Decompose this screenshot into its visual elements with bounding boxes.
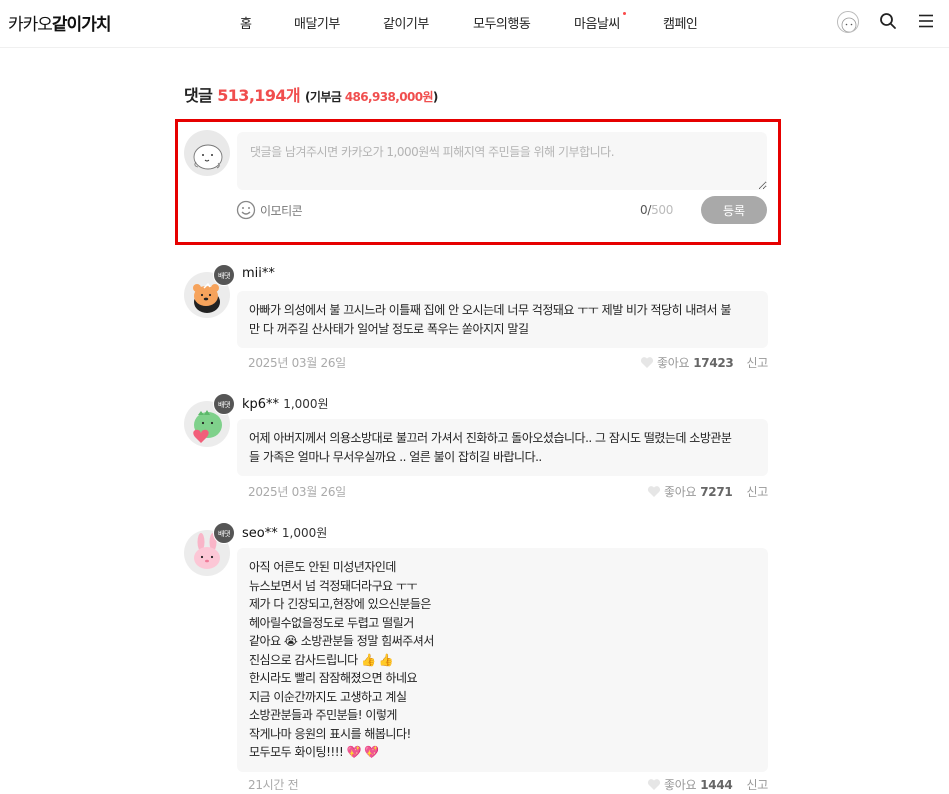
comment-meta: 2025년 03월 26일 좋아요 7271 신고 — [248, 483, 769, 500]
comment-author: mii** — [242, 266, 275, 281]
comment-text: 어제 아버지께서 의용소방대로 불끄러 가셔서 진화하고 돌아오셨습니다.. 그… — [237, 419, 768, 476]
comment-line: 아직 어른도 안된 미성년자인데 — [249, 560, 396, 574]
author-name: seo** — [242, 526, 278, 541]
like-count: 1444 — [700, 777, 733, 792]
like-button[interactable]: 좋아요 17423 — [640, 354, 734, 371]
like-label: 좋아요 — [664, 778, 697, 792]
donation-prefix: (기부금 — [305, 90, 345, 104]
profile-avatar[interactable] — [837, 11, 859, 33]
emoticon-label: 이모티콘 — [260, 203, 303, 218]
donation-amount: 1,000원 — [281, 526, 328, 540]
menu-icon[interactable] — [917, 12, 935, 34]
top-header: 카카오같이가치 홈 매달기부 같이기부 모두의행동 마음날씨 캠페인 — [0, 0, 949, 48]
report-button[interactable]: 신고 — [747, 483, 769, 500]
heart-icon — [647, 486, 661, 497]
comments-title-label: 댓글 — [184, 86, 213, 105]
my-avatar — [184, 130, 230, 176]
donation-suffix: ) — [432, 90, 438, 104]
comment-line: 같아요 😭 소방관분들 정말 힘써주셔서 — [249, 634, 434, 648]
ghost-face-icon — [193, 144, 223, 170]
like-count: 17423 — [693, 355, 734, 370]
comment-line: 들 가족은 얼마나 무서우실까요 .. 얼른 불이 잡히길 바랍니다.. — [249, 449, 542, 464]
comment-meta: 2025년 03월 26일 좋아요 17423 신고 — [248, 354, 769, 371]
comment-line: 한시라도 빨리 잠잠해졌으면 하네요 — [249, 671, 418, 685]
comment-author: kp6** 1,000원 — [242, 395, 329, 412]
comment-date: 21시간 전 — [248, 778, 299, 792]
char-count-max: 500 — [651, 203, 674, 217]
best-comment-badge: 배댓 — [213, 393, 235, 415]
report-button[interactable]: 신고 — [747, 354, 769, 371]
nav-mind-weather[interactable]: 마음날씨 — [574, 12, 626, 32]
smiley-icon — [236, 200, 256, 220]
like-label: 좋아요 — [664, 485, 697, 499]
comment-line: 모두모두 화이팅!!!! 💖 💖 — [249, 745, 379, 759]
comment-line: 아빠가 의성에서 불 끄시느라 이틀째 집에 안 오시는데 너무 걱정돼요 ㅜㅜ… — [249, 303, 731, 317]
comment-line: 만 다 꺼주길 산사태가 일어날 정도로 폭우는 쏟아지지 말길 — [249, 321, 529, 336]
comment-line: 진심으로 감사드립니다 👍 👍 — [249, 652, 394, 667]
like-label: 좋아요 — [657, 356, 690, 370]
comment-item: 배댓 seo** 1,000원 아직 어른도 안된 미성년자인데 뉴스보면서 넘… — [184, 522, 768, 794]
comment-line: 제가 다 긴장되고,현장에 있으신분들은 — [249, 597, 431, 611]
search-icon[interactable] — [879, 12, 897, 34]
best-comment-badge: 배댓 — [213, 522, 235, 544]
comment-date: 2025년 03월 26일 — [248, 356, 346, 370]
nav-everyones-action[interactable]: 모두의행동 — [473, 13, 531, 32]
donation-amount: 1,000원 — [283, 397, 329, 411]
nav-monthly-donation[interactable]: 매달기부 — [294, 13, 340, 32]
comment-meta: 21시간 전 좋아요 1444 신고 — [248, 776, 769, 793]
comments-heading: 댓글 513,194개 (기부금 486,938,000원) — [184, 82, 438, 106]
heart-icon — [647, 779, 661, 790]
new-dot-indicator — [622, 12, 626, 15]
comments-count: 513,194개 — [217, 86, 301, 105]
nav-home[interactable]: 홈 — [240, 13, 252, 32]
report-button[interactable]: 신고 — [747, 776, 769, 793]
author-name: kp6** — [242, 397, 280, 412]
like-count: 7271 — [700, 484, 733, 499]
best-comment-badge: 배댓 — [213, 264, 235, 286]
nav-campaign[interactable]: 캠페인 — [663, 13, 698, 32]
heart-icon — [640, 357, 654, 368]
nav-mind-weather-label: 마음날씨 — [574, 17, 620, 32]
comment-text: 아빠가 의성에서 불 끄시느라 이틀째 집에 안 오시는데 너무 걱정돼요 ㅜㅜ… — [237, 291, 768, 348]
like-button[interactable]: 좋아요 7271 — [647, 483, 733, 500]
author-name: mii** — [242, 266, 275, 281]
comment-line: 어제 아버지께서 의용소방대로 불끄러 가셔서 진화하고 돌아오셨습니다.. 그… — [249, 431, 732, 445]
comment-line: 소방관분들과 주민분들! 이렇게 — [249, 708, 397, 722]
donation-amount: 486,938,000원 — [344, 90, 434, 104]
comment-date: 2025년 03월 26일 — [248, 485, 346, 499]
like-button[interactable]: 좋아요 1444 — [647, 776, 733, 793]
comment-line: 지금 이순간까지도 고생하고 계실 — [249, 689, 407, 704]
comment-line: 뉴스보면서 넘 걱정돼더라구요 ㅜㅜ — [249, 578, 418, 593]
main-nav: 홈 매달기부 같이기부 모두의행동 마음날씨 캠페인 — [0, 12, 949, 33]
comment-item: 배댓 mii** 아빠가 의성에서 불 끄시느라 이틀째 집에 안 오시는데 너… — [184, 264, 768, 374]
donation-summary: (기부금 486,938,000원) — [305, 90, 438, 104]
emoticon-button[interactable]: 이모티콘 — [236, 199, 303, 221]
char-counter: 0/500 — [640, 203, 673, 217]
comment-text: 아직 어른도 안된 미성년자인데 뉴스보면서 넘 걱정돼더라구요 ㅜㅜ 제가 다… — [237, 548, 768, 772]
comment-author: seo** 1,000원 — [242, 524, 327, 541]
comment-line: 헤아릴수없을정도로 두렵고 떨릴거 — [249, 615, 414, 630]
submit-button[interactable]: 등록 — [701, 196, 767, 224]
comment-input[interactable] — [237, 132, 767, 190]
comment-item: 배댓 kp6** 1,000원 어제 아버지께서 의용소방대로 불끄러 가셔서 … — [184, 393, 768, 503]
nav-together-donation[interactable]: 같이기부 — [383, 13, 429, 32]
comment-line: 작게나마 응원의 표시를 해봅니다! — [249, 726, 411, 741]
